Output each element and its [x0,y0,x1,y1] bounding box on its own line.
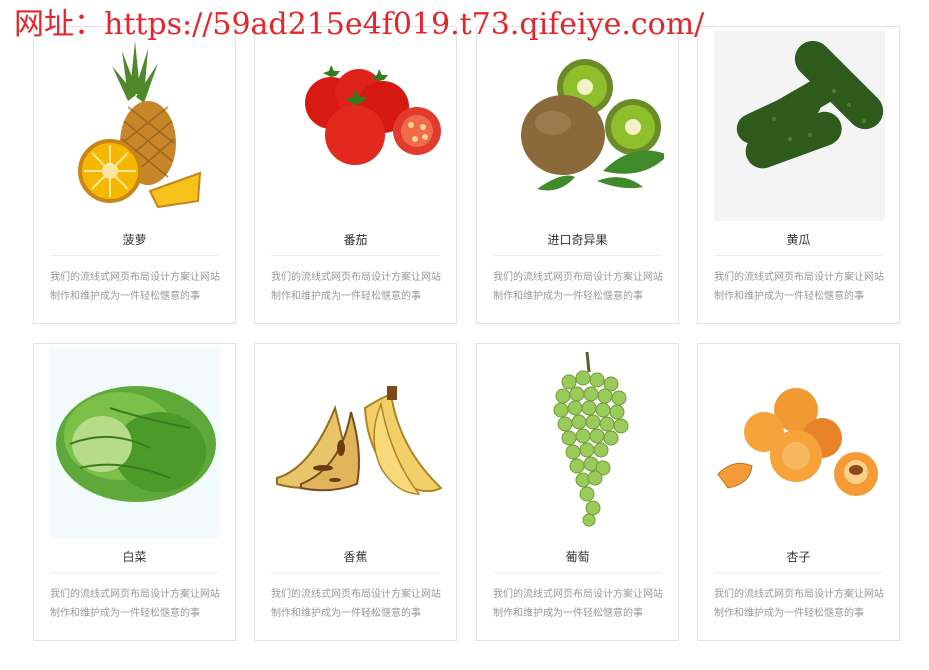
product-description: 我们的流线式网页布局设计方案让网站制作和维护成为一件轻松惬意的事 [493,272,663,302]
product-title: 进口奇异果 [547,233,608,247]
pineapple-image[interactable] [50,31,221,221]
product-card-pineapple[interactable]: 菠萝 我们的流线式网页布局设计方案让网站制作和维护成为一件轻松惬意的事 [33,26,236,324]
grape-image[interactable] [493,348,664,538]
product-description: 我们的流线式网页布局设计方案让网站制作和维护成为一件轻松惬意的事 [714,589,884,619]
product-title: 香蕉 [343,550,368,564]
apricot-image[interactable] [714,348,885,538]
divider [714,572,883,573]
product-description: 我们的流线式网页布局设计方案让网站制作和维护成为一件轻松惬意的事 [50,589,220,619]
url-watermark: 网址：https://59ad215e4f019.t73.qifeiye.com… [14,7,705,42]
divider [714,255,883,256]
divider [271,572,440,573]
product-card-grape[interactable]: 葡萄 我们的流线式网页布局设计方案让网站制作和维护成为一件轻松惬意的事 [476,343,679,641]
product-grid-page: 网址：https://59ad215e4f019.t73.qifeiye.com… [0,0,929,670]
product-card-cabbage[interactable]: 白菜 我们的流线式网页布局设计方案让网站制作和维护成为一件轻松惬意的事 [33,343,236,641]
product-description: 我们的流线式网页布局设计方案让网站制作和维护成为一件轻松惬意的事 [271,589,441,619]
divider [493,255,662,256]
product-title: 葡萄 [565,550,590,564]
cucumber-image[interactable] [714,31,885,221]
divider [50,572,219,573]
product-title: 菠萝 [122,233,147,247]
product-title: 白菜 [122,550,147,564]
product-card-kiwi[interactable]: 进口奇异果 我们的流线式网页布局设计方案让网站制作和维护成为一件轻松惬意的事 [476,26,679,324]
divider [271,255,440,256]
banana-image[interactable] [271,348,442,538]
product-title: 黄瓜 [786,233,811,247]
product-card-cucumber[interactable]: 黄瓜 我们的流线式网页布局设计方案让网站制作和维护成为一件轻松惬意的事 [697,26,900,324]
tomato-image[interactable] [271,31,442,221]
product-description: 我们的流线式网页布局设计方案让网站制作和维护成为一件轻松惬意的事 [50,272,220,302]
product-title: 番茄 [343,233,368,247]
product-card-apricot[interactable]: 杏子 我们的流线式网页布局设计方案让网站制作和维护成为一件轻松惬意的事 [697,343,900,641]
product-description: 我们的流线式网页布局设计方案让网站制作和维护成为一件轻松惬意的事 [493,589,663,619]
product-description: 我们的流线式网页布局设计方案让网站制作和维护成为一件轻松惬意的事 [271,272,441,302]
product-card-banana[interactable]: 香蕉 我们的流线式网页布局设计方案让网站制作和维护成为一件轻松惬意的事 [254,343,457,641]
product-card-tomato[interactable]: 番茄 我们的流线式网页布局设计方案让网站制作和维护成为一件轻松惬意的事 [254,26,457,324]
divider [50,255,219,256]
kiwi-image[interactable] [493,31,664,221]
divider [493,572,662,573]
product-description: 我们的流线式网页布局设计方案让网站制作和维护成为一件轻松惬意的事 [714,272,884,302]
product-title: 杏子 [786,550,811,564]
cabbage-image[interactable] [50,348,221,538]
